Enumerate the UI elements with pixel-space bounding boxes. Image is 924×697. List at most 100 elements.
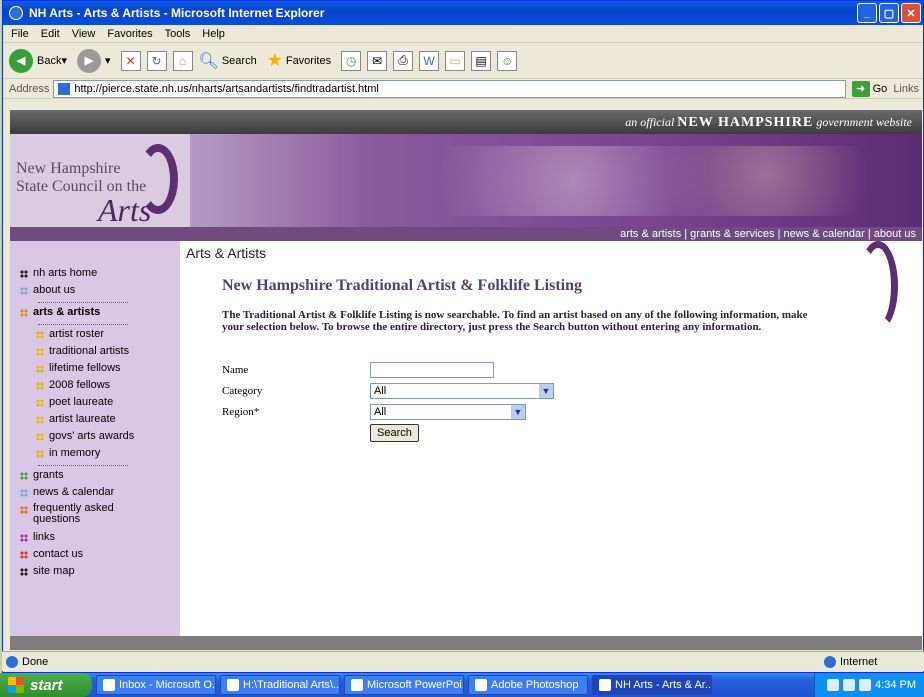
taskbar-item-photoshop[interactable]: Adobe Photoshop [468,675,588,695]
official-state: NEW HAMPSHIRE [677,115,814,130]
bullet-icon [36,382,44,390]
page-title: Arts & Artists [186,245,267,261]
start-button[interactable]: start [0,673,92,697]
tray-icon[interactable] [859,679,872,691]
official-prefix: an official [625,115,675,129]
messenger-icon[interactable]: ☺ [497,50,518,71]
bullet-icon [20,270,28,278]
sidebar-item-lifetime-fellows[interactable]: lifetime fellows [10,362,180,379]
sidebar-item-site-map[interactable]: site map [10,565,180,582]
sidebar-item-2008-fellows[interactable]: 2008 fellows [10,379,180,396]
category-select[interactable]: All ▼ [370,382,554,399]
ie-icon [599,679,611,691]
sidebar-item-about-us[interactable]: about us [10,284,180,301]
bullet-icon [20,534,28,542]
sidebar-item-govs-arts-awards[interactable]: govs' arts awards [10,430,180,447]
address-input[interactable]: http://pierce.state.nh.us/nharts/artsand… [53,79,846,98]
taskbar-item-nh-arts[interactable]: NH Arts - Arts & Ar... [592,675,712,695]
address-url: http://pierce.state.nh.us/nharts/artsand… [74,82,379,95]
name-input[interactable] [370,361,494,378]
logo-area[interactable]: New Hampshire State Council on the Arts [10,134,190,228]
home-icon[interactable]: ⌂ [172,50,193,71]
sidebar-item-label: news & calendar [33,486,115,498]
task-label: Inbox - Microsoft O... [119,679,216,691]
title-bar[interactable]: NH Arts - Arts & Artists - Microsoft Int… [3,1,923,25]
window-title: NH Arts - Arts & Artists - Microsoft Int… [29,6,325,20]
sidebar-item-traditional-artists[interactable]: traditional artists [10,345,180,362]
menu-favorites[interactable]: Favorites [107,28,152,40]
minimize-button[interactable]: _ [857,3,877,23]
zone-label: Internet [840,655,878,668]
history-icon[interactable]: ◷ [341,50,362,71]
sidebar-item-grants[interactable]: grants [10,469,180,486]
main-content: Arts & Artists New Hampshire Traditional… [186,241,922,650]
sidebar-item-in-memory[interactable]: in memory [10,447,180,464]
photoshop-icon [475,679,487,691]
divider [38,324,128,325]
menu-tools[interactable]: Tools [165,28,191,40]
sidebar-item-arts-artists[interactable]: arts & artists [10,306,180,323]
go-arrow-icon: ➜ [851,80,870,97]
mail-icon[interactable]: ✉ [367,50,388,71]
sidebar-item-label: lifetime fellows [49,362,121,374]
sidebar-item-faq[interactable]: frequently asked questions [10,503,180,531]
favorites-button[interactable]: ★ Favorites [267,50,331,71]
menu-edit[interactable]: Edit [41,28,60,40]
tray-icon[interactable] [843,679,856,691]
forward-arrow-icon: ▶ [77,48,101,73]
taskbar: start Inbox - Microsoft O... H:\Traditio… [0,673,924,697]
menu-view[interactable]: View [72,28,96,40]
sidebar-item-poet-laureate[interactable]: poet laureate [10,396,180,413]
go-button[interactable]: ➜ Go [851,80,888,97]
links-label[interactable]: Links [893,83,919,95]
research-icon[interactable]: ▤ [471,50,492,71]
menu-file[interactable]: File [11,28,29,40]
ie-icon [9,6,23,20]
sidebar-item-artist-roster[interactable]: artist roster [10,328,180,345]
bullet-icon [20,489,28,497]
bullet-icon [20,309,28,317]
sidebar-item-label: nh arts home [33,267,98,279]
search-button[interactable]: 🔍︎ Search [199,51,257,71]
site-logo-text: New Hampshire State Council on the [16,160,146,196]
name-label: Name [222,363,249,376]
region-select[interactable]: All ▼ [370,403,526,420]
forward-button[interactable]: ▶ ▾ [77,48,111,73]
print-icon[interactable]: ⎙ [393,50,414,71]
top-nav[interactable]: arts & artists | grants & services | new… [10,227,922,241]
taskbar-item-folder[interactable]: H:\Traditional Arts\... [220,675,340,695]
taskbar-item-outlook[interactable]: Inbox - Microsoft O... [96,675,216,695]
status-text: Done [22,655,49,668]
stop-icon[interactable]: ✕ [120,50,141,71]
bullet-icon [36,348,44,356]
menu-help[interactable]: Help [202,28,225,40]
back-button[interactable]: ◀ Back ▾ [9,48,67,73]
bullet-icon [36,433,44,441]
close-button[interactable]: ✕ [901,3,921,23]
divider [38,302,128,303]
page-footer-strip [10,636,922,650]
status-bar: Done Internet [2,651,924,671]
go-label: Go [872,82,888,95]
sidebar-item-nh-arts-home[interactable]: nh arts home [10,267,180,284]
task-label: H:\Traditional Arts\... [243,679,340,691]
web-page: an official NEW HAMPSHIRE government web… [10,110,922,650]
maximize-button[interactable]: ▢ [879,3,899,23]
sidebar-item-links[interactable]: links [10,531,180,548]
powerpoint-icon [351,679,363,691]
task-label: Adobe Photoshop [491,679,579,691]
folder-icon[interactable]: ▭ [445,50,466,71]
sidebar-item-news-calendar[interactable]: news & calendar [10,486,180,503]
tray-icon[interactable] [827,679,840,691]
sidebar-item-contact-us[interactable]: contact us [10,548,180,565]
sidebar-item-label: artist laureate [49,413,116,425]
system-tray: 4:34 PM [814,673,924,697]
sidebar-item-artist-laureate[interactable]: artist laureate [10,413,180,430]
sidebar-item-label: grants [33,469,64,481]
taskbar-item-powerpoint[interactable]: Microsoft PowerPoi... [344,675,464,695]
sidebar-item-label: links [33,531,56,543]
edit-icon[interactable]: W [419,50,440,71]
bullet-icon [20,506,28,514]
refresh-icon[interactable]: ↻ [146,50,167,71]
search-submit-button[interactable]: Search [370,424,419,442]
